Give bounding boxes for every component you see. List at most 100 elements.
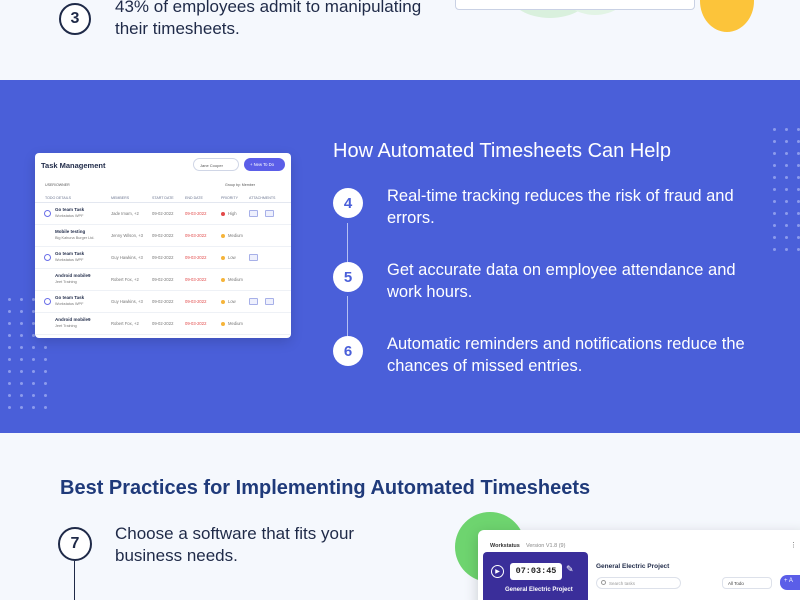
table-row[interactable]: Go team Task Workstatus WPF Guy Hawkins, +… xyxy=(35,247,291,269)
priority-dot xyxy=(221,322,225,326)
priority-dot xyxy=(221,300,225,304)
task-management-card: Task Management Jane Cooper + New To Do … xyxy=(35,153,291,338)
preview-card xyxy=(455,0,695,10)
more-icon[interactable]: ⋮ xyxy=(790,541,797,549)
task-members: Jade Imam, +2 xyxy=(111,211,139,216)
table-header: TODO DETAILS MEMBERS START DATE END DATE… xyxy=(35,193,291,203)
search-input[interactable]: Search tasks xyxy=(596,577,681,589)
task-end-date: 09-03-2022 xyxy=(185,321,207,326)
priority-dot xyxy=(221,212,225,216)
step-connector xyxy=(74,561,75,600)
app-brand: Workstatus xyxy=(490,543,520,549)
table-row[interactable]: Go team Task Workstatus WPF Jade Imam, +2 0… xyxy=(35,203,291,225)
best-practices-title: Best Practices for Implementing Automate… xyxy=(60,477,591,499)
task-priority: Low xyxy=(228,255,236,260)
task-end-date: 09-03-2022 xyxy=(185,211,207,216)
task-project: Big Kahuna Burger Ltd. xyxy=(55,236,95,240)
step-number-6: 6 xyxy=(333,336,363,366)
task-name: Go team Task xyxy=(55,207,85,212)
play-icon[interactable]: ▶ xyxy=(491,565,504,578)
column-header[interactable]: PRIORITY xyxy=(221,196,238,200)
step-number-4: 4 xyxy=(333,188,363,218)
task-members: Guy Hawkins, +3 xyxy=(111,299,143,304)
user-owner-label: USER/OWNER xyxy=(45,183,70,187)
task-end-date: 09-03-2022 xyxy=(185,277,207,282)
task-project: Jeet Training xyxy=(55,280,77,284)
task-status-icon xyxy=(44,254,51,261)
task-project: Workstatus WPF xyxy=(55,214,84,218)
table-row[interactable]: Android mobile9 Jeet Training Robert Fox, … xyxy=(35,313,291,335)
priority-dot xyxy=(221,256,225,260)
table-row[interactable]: Go team Task Workstatus WPF Guy Hawkins, +… xyxy=(35,291,291,313)
section-title: How Automated Timesheets Can Help xyxy=(333,140,671,162)
step-text-7: Choose a software that fits your busines… xyxy=(115,524,355,565)
task-members: Robert Fox, +2 xyxy=(111,277,139,282)
step-text-5: Get accurate data on employee attendance… xyxy=(387,261,736,301)
image-attachment-icon[interactable] xyxy=(249,210,258,217)
card-title: Task Management xyxy=(41,161,106,170)
task-status-icon xyxy=(44,210,51,217)
task-members: Jenny Wilson, +3 xyxy=(111,233,144,238)
column-header[interactable]: MEMBERS xyxy=(111,196,129,200)
task-priority: Medium xyxy=(228,321,243,326)
current-project-label: General Electric Project xyxy=(505,587,573,593)
column-header[interactable]: END DATE xyxy=(185,196,203,200)
todo-filter-select[interactable]: All Todo xyxy=(722,577,772,589)
top-section: 3 43% of employees admit to manipulating… xyxy=(0,0,800,80)
task-members: Robert Fox, +2 xyxy=(111,321,139,326)
project-title: General Electric Project xyxy=(596,563,670,570)
step-text-4: Real-time tracking reduces the risk of f… xyxy=(387,187,734,227)
app-version: Version V1.8 (9) xyxy=(526,543,566,549)
decor-yellow-circle xyxy=(700,0,754,32)
task-start-date: 09-02-2022 xyxy=(152,255,174,260)
task-status-icon xyxy=(44,298,51,305)
task-name: Android mobile9 xyxy=(55,273,91,278)
task-name: Android mobile9 xyxy=(55,317,91,322)
task-name: Mobile testing xyxy=(55,229,86,234)
task-members: Guy Hawkins, +3 xyxy=(111,255,143,260)
column-header[interactable]: ATTACHMENTS xyxy=(249,196,275,200)
decor-dots xyxy=(773,128,800,251)
image-attachment-icon[interactable] xyxy=(249,254,258,261)
add-button[interactable]: + A xyxy=(780,575,800,590)
task-project: Workstatus WPF xyxy=(55,302,84,306)
table-row[interactable]: Mobile testing Big Kahuna Burger Ltd. Jenn… xyxy=(35,225,291,247)
timer-display: 07:03:45 xyxy=(510,563,562,580)
task-start-date: 09-02-2022 xyxy=(152,277,174,282)
image-attachment-icon[interactable] xyxy=(249,298,258,305)
task-priority: Low xyxy=(228,299,236,304)
priority-dot xyxy=(221,278,225,282)
table-row[interactable]: Android mobile9 Jeet Training Robert Fox, … xyxy=(35,269,291,291)
task-priority: Medium xyxy=(228,233,243,238)
task-end-date: 09-03-2022 xyxy=(185,233,207,238)
task-priority: High xyxy=(228,211,237,216)
task-priority: Medium xyxy=(228,277,243,282)
file-attachment-icon[interactable] xyxy=(265,210,274,217)
file-attachment-icon[interactable] xyxy=(265,298,274,305)
step-number-7: 7 xyxy=(58,527,92,561)
task-end-date: 09-03-2022 xyxy=(185,255,207,260)
task-end-date: 09-03-2022 xyxy=(185,299,207,304)
task-project: Workstatus WPF xyxy=(55,258,84,262)
step-number-5: 5 xyxy=(333,262,363,292)
workstatus-app-card: Workstatus Version V1.8 (9) ⋮ ▶ 07:03:45… xyxy=(478,530,800,600)
task-start-date: 09-02-2022 xyxy=(152,233,174,238)
priority-dot xyxy=(221,234,225,238)
step-text-6: Automatic reminders and notifications re… xyxy=(387,335,745,375)
step-text-3: 43% of employees admit to manipulating t… xyxy=(115,0,422,38)
task-project: Jeet Training xyxy=(55,324,77,328)
task-start-date: 09-02-2022 xyxy=(152,211,174,216)
step-number-3: 3 xyxy=(59,3,91,35)
task-name: Go team Task xyxy=(55,251,85,256)
benefits-section: Task Management Jane Cooper + New To Do … xyxy=(0,80,800,433)
task-name: Go team Task xyxy=(55,295,85,300)
column-header[interactable]: START DATE xyxy=(152,196,174,200)
task-start-date: 09-02-2022 xyxy=(152,321,174,326)
task-start-date: 09-02-2022 xyxy=(152,299,174,304)
edit-icon[interactable]: ✎ xyxy=(566,564,574,575)
column-header[interactable]: TODO DETAILS xyxy=(45,196,71,200)
user-select[interactable]: Jane Cooper xyxy=(193,158,239,171)
group-by-select[interactable]: Group by: Member xyxy=(225,183,255,187)
new-todo-button[interactable]: + New To Do xyxy=(244,158,285,171)
search-icon xyxy=(601,580,606,585)
